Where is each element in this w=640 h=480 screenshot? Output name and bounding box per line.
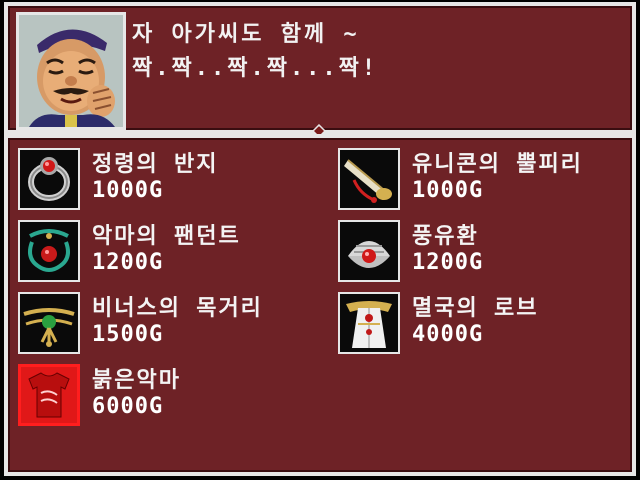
item-name: 악마의 팬던트 — [92, 224, 241, 249]
dialog-line-1: 자 아가씨도 함께 ~ — [132, 22, 360, 47]
item-price: 1500G — [92, 322, 164, 347]
pearl-shell-icon — [338, 220, 400, 282]
necklace-icon — [18, 292, 80, 354]
shop-item-destruction-robe[interactable]: 멸국의 로브 4000G — [332, 288, 632, 356]
merchant-face-icon — [19, 15, 123, 127]
item-price: 1000G — [92, 178, 164, 203]
item-name: 비너스의 목거리 — [92, 296, 263, 321]
item-price: 4000G — [412, 322, 484, 347]
item-name: 정령의 반지 — [92, 152, 219, 177]
ring-icon — [18, 148, 80, 210]
red-shirt-icon — [18, 364, 80, 426]
shop-item-unicorn-horn[interactable]: 유니콘의 뿔피리 1000G — [332, 144, 632, 212]
dialog-box: 자 아가씨도 함께 ~ 짝.짝..짝.짝...짝! — [4, 2, 636, 134]
item-price: 6000G — [92, 394, 164, 419]
game-screen: 자 아가씨도 함께 ~ 짝.짝..짝.짝...짝! 정령의 반지 1000G 유… — [0, 0, 640, 480]
item-price: 1200G — [412, 250, 484, 275]
shop-item-demon-pendant[interactable]: 악마의 팬던트 1200G — [12, 216, 312, 284]
item-name: 풍유환 — [412, 224, 479, 249]
pendant-icon — [18, 220, 80, 282]
item-name: 붉은악마 — [92, 368, 181, 393]
shop-item-pungyuhwan[interactable]: 풍유환 1200G — [332, 216, 632, 284]
shop-item-venus-necklace[interactable]: 비너스의 목거리 1500G — [12, 288, 312, 356]
shop-item-spirit-ring[interactable]: 정령의 반지 1000G — [12, 144, 312, 212]
item-price: 1000G — [412, 178, 484, 203]
item-name: 멸국의 로브 — [412, 296, 539, 321]
item-price: 1200G — [92, 250, 164, 275]
shop-item-list: 정령의 반지 1000G 유니콘의 뿔피리 1000G 악마의 팬던트 1200… — [4, 134, 636, 476]
merchant-portrait — [16, 12, 126, 130]
shop-item-red-devil[interactable]: 붉은악마 6000G — [12, 360, 312, 428]
robe-icon — [338, 292, 400, 354]
dialog-line-2: 짝.짝..짝.짝...짝! — [132, 56, 379, 81]
item-name: 유니콘의 뿔피리 — [412, 152, 583, 177]
horn-icon — [338, 148, 400, 210]
